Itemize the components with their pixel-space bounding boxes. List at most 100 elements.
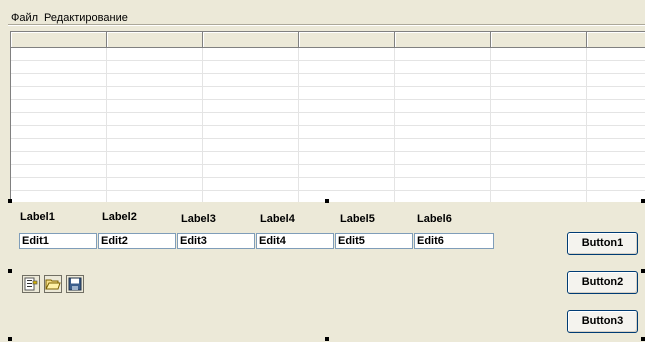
grid-cell[interactable]	[587, 165, 645, 178]
grid-cell[interactable]	[107, 191, 203, 202]
grid-cell[interactable]	[491, 61, 587, 74]
selection-handle[interactable]	[8, 199, 12, 203]
grid-cell[interactable]	[299, 165, 395, 178]
grid-header-cell[interactable]	[491, 32, 587, 48]
selection-handle[interactable]	[641, 337, 645, 341]
grid-cell[interactable]	[107, 165, 203, 178]
grid-cell[interactable]	[395, 87, 491, 100]
grid-cell[interactable]	[491, 191, 587, 202]
menu-file[interactable]: Файл	[11, 12, 42, 24]
grid-cell[interactable]	[299, 100, 395, 113]
grid-cell[interactable]	[491, 139, 587, 152]
button-3[interactable]: Button3	[567, 310, 638, 333]
edit-3[interactable]: Edit3	[177, 233, 255, 249]
grid-header-cell[interactable]	[107, 32, 203, 48]
grid-cell[interactable]	[395, 48, 491, 61]
grid-cell[interactable]	[491, 87, 587, 100]
grid-cell[interactable]	[395, 139, 491, 152]
edit-2[interactable]: Edit2	[98, 233, 176, 249]
grid-cell[interactable]	[107, 178, 203, 191]
grid-cell[interactable]	[395, 178, 491, 191]
selection-handle[interactable]	[8, 337, 12, 341]
grid-cell[interactable]	[395, 113, 491, 126]
grid-cell[interactable]	[11, 100, 107, 113]
grid-cell[interactable]	[491, 152, 587, 165]
grid-cell[interactable]	[491, 74, 587, 87]
selection-handle[interactable]	[325, 199, 329, 203]
grid-cell[interactable]	[203, 126, 299, 139]
grid-cell[interactable]	[203, 178, 299, 191]
grid-cell[interactable]	[491, 126, 587, 139]
selection-handle[interactable]	[325, 337, 329, 341]
grid-cell[interactable]	[299, 139, 395, 152]
grid-cell[interactable]	[587, 152, 645, 165]
grid-cell[interactable]	[395, 191, 491, 202]
grid-cell[interactable]	[11, 165, 107, 178]
button-2[interactable]: Button2	[567, 271, 638, 294]
grid-cell[interactable]	[299, 87, 395, 100]
grid-cell[interactable]	[11, 74, 107, 87]
grid-cell[interactable]	[11, 87, 107, 100]
grid-cell[interactable]	[203, 152, 299, 165]
grid-cell[interactable]	[587, 113, 645, 126]
grid-cell[interactable]	[203, 165, 299, 178]
edit-4[interactable]: Edit4	[256, 233, 334, 249]
grid-cell[interactable]	[203, 61, 299, 74]
open-button[interactable]	[44, 275, 62, 293]
grid-cell[interactable]	[587, 87, 645, 100]
grid-cell[interactable]	[107, 100, 203, 113]
grid-cell[interactable]	[299, 152, 395, 165]
grid-cell[interactable]	[203, 113, 299, 126]
grid-cell[interactable]	[587, 139, 645, 152]
grid-cell[interactable]	[587, 191, 645, 202]
grid-cell[interactable]	[587, 61, 645, 74]
grid-cell[interactable]	[203, 74, 299, 87]
grid-cell[interactable]	[11, 113, 107, 126]
properties-button[interactable]	[22, 275, 40, 293]
grid-cell[interactable]	[11, 178, 107, 191]
button-1[interactable]: Button1	[567, 232, 638, 255]
grid-cell[interactable]	[203, 48, 299, 61]
menu-edit[interactable]: Редактирование	[44, 12, 132, 24]
grid-cell[interactable]	[395, 165, 491, 178]
grid-cell[interactable]	[11, 48, 107, 61]
grid-cell[interactable]	[491, 100, 587, 113]
grid-cell[interactable]	[299, 113, 395, 126]
grid-cell[interactable]	[299, 126, 395, 139]
grid-cell[interactable]	[491, 113, 587, 126]
grid-header-cell[interactable]	[587, 32, 645, 48]
grid-cell[interactable]	[299, 74, 395, 87]
grid-cell[interactable]	[107, 139, 203, 152]
grid-cell[interactable]	[491, 48, 587, 61]
save-button[interactable]	[66, 275, 84, 293]
grid-cell[interactable]	[11, 139, 107, 152]
grid-cell[interactable]	[299, 191, 395, 202]
grid-cell[interactable]	[299, 178, 395, 191]
grid-header-cell[interactable]	[203, 32, 299, 48]
grid-cell[interactable]	[107, 126, 203, 139]
grid-cell[interactable]	[203, 100, 299, 113]
grid-cell[interactable]	[395, 100, 491, 113]
selection-handle[interactable]	[641, 199, 645, 203]
grid-cell[interactable]	[299, 61, 395, 74]
grid-header-cell[interactable]	[299, 32, 395, 48]
grid-cell[interactable]	[587, 126, 645, 139]
selection-handle[interactable]	[8, 269, 12, 273]
selection-handle[interactable]	[641, 269, 645, 273]
grid-cell[interactable]	[299, 48, 395, 61]
grid-cell[interactable]	[107, 74, 203, 87]
grid-cell[interactable]	[11, 61, 107, 74]
grid-cell[interactable]	[107, 48, 203, 61]
grid-cell[interactable]	[395, 152, 491, 165]
grid-cell[interactable]	[395, 61, 491, 74]
grid-header-cell[interactable]	[395, 32, 491, 48]
grid-cell[interactable]	[11, 152, 107, 165]
grid-cell[interactable]	[203, 139, 299, 152]
grid-cell[interactable]	[107, 152, 203, 165]
grid-cell[interactable]	[587, 74, 645, 87]
grid-cell[interactable]	[203, 191, 299, 202]
grid-cell[interactable]	[203, 87, 299, 100]
grid-header-cell[interactable]	[11, 32, 107, 48]
grid-cell[interactable]	[11, 126, 107, 139]
grid-cell[interactable]	[107, 61, 203, 74]
